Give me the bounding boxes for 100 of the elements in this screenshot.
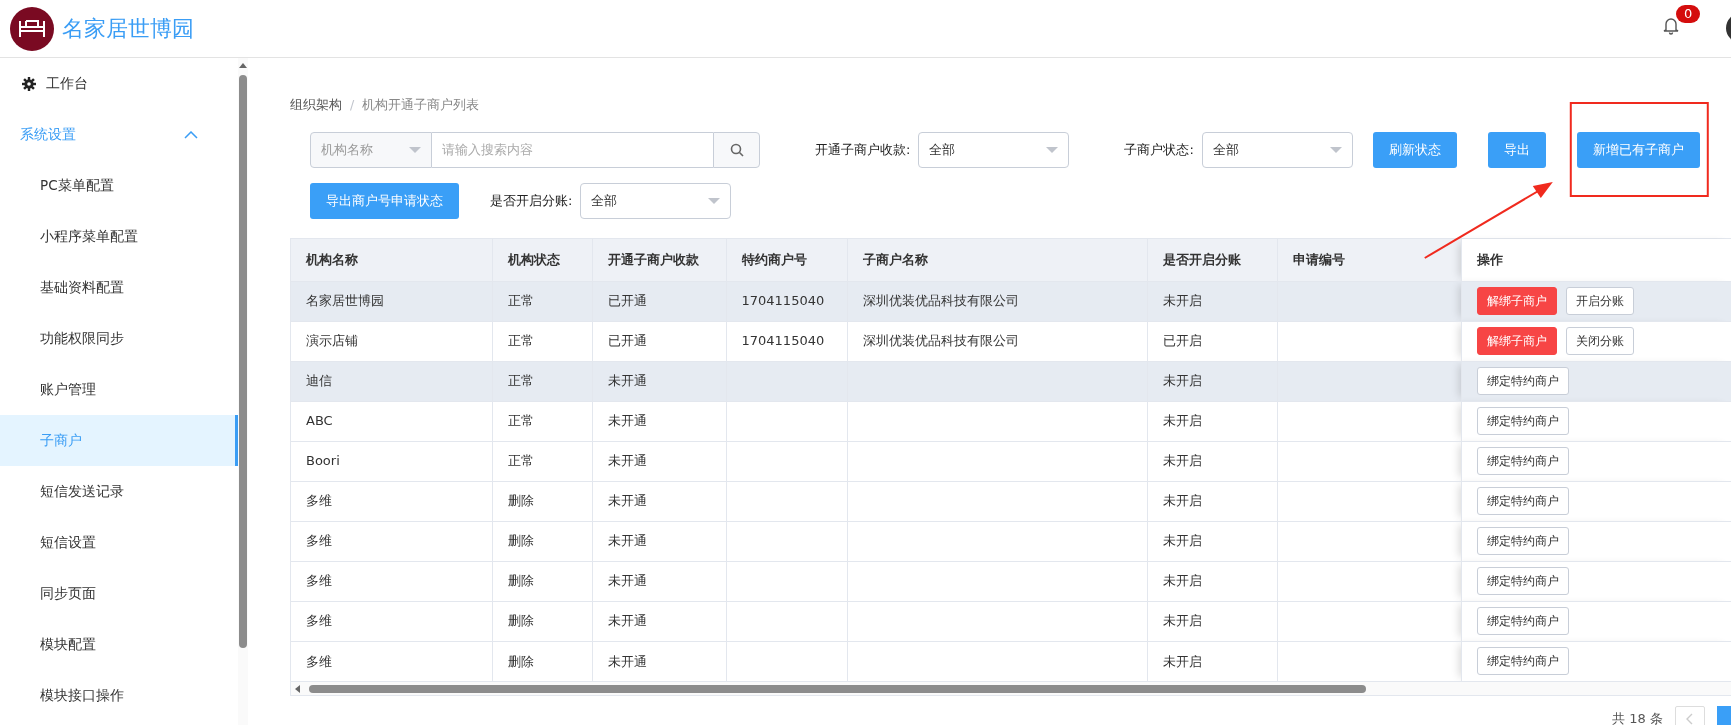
table-cell: 正常 [507,333,534,349]
column-header: 特约商户号 [726,239,847,281]
table-cell: 正常 [507,373,534,389]
sidebar-item[interactable]: 功能权限同步 [0,313,238,364]
filter-select[interactable]: 全部 [918,132,1070,168]
search-field[interactable]: 请输入搜索内容 [432,132,713,168]
table-cell: 删除 [507,493,534,509]
sidebar-scrollbar[interactable] [238,58,248,725]
notification-badge: 0 [1676,5,1701,23]
horizontal-scrollbar[interactable] [291,681,1731,695]
table-cell: 正常 [507,293,534,309]
column-header: 机构状态 [492,239,592,281]
filter-select[interactable]: 全部 [580,183,732,219]
sidebar-item[interactable]: 模块配置 [0,619,238,670]
sidebar-item[interactable]: PC菜单配置 [0,160,238,211]
caret-icon [1329,147,1342,153]
table-cell: 删除 [507,653,534,669]
caret-icon [1046,147,1059,153]
chevron-icon [1686,713,1694,725]
table-cell: 未开启 [1162,493,1202,509]
row-action-button[interactable]: 绑定特约商户 [1476,367,1569,395]
table-cell: 演示店铺 [306,333,358,349]
table-cell: 多维 [306,573,332,589]
sidebar-item[interactable]: 小程序菜单配置 [0,211,238,262]
search-icon [729,143,744,157]
column-header: 申请编号 [1277,239,1461,281]
column-header: 是否开启分账 [1147,239,1277,281]
gear-icon [22,76,36,91]
table-cell: 1704115040 [741,333,825,349]
table-cell: 未开启 [1162,533,1202,549]
row-action-button[interactable]: 绑定特约商户 [1476,527,1569,555]
table-cell: 未开启 [1162,293,1202,309]
table-cell: 未开通 [607,413,647,429]
table-cell: 未开启 [1162,653,1202,669]
row-action-button[interactable]: 绑定特约商户 [1476,567,1569,595]
table-cell: 未开启 [1162,413,1202,429]
table-cell: 删除 [507,533,534,549]
table-cell: 已开通 [607,293,647,309]
filter-select[interactable]: 全部 [1201,132,1353,168]
total-count: 共 18 条 [1612,710,1663,725]
table-cell: 未开启 [1162,613,1202,629]
filter-label: 子商户状态: [1124,141,1194,160]
table-cell: 多维 [306,613,332,629]
caret-icon [409,147,421,153]
unbind-button[interactable]: 解绑子商户 [1476,287,1557,315]
table-cell: 未开通 [607,373,647,389]
table-cell: 删除 [507,573,534,589]
sidebar-item[interactable]: 同步页面 [0,568,238,619]
table-cell: 名家居世博园 [306,293,384,309]
search-button[interactable] [713,132,760,168]
breadcrumb-separator: / [350,97,355,112]
table-cell: ABC [306,413,333,429]
table-cell: 未开启 [1162,373,1202,389]
sidebar-item[interactable]: 账户管理 [0,364,238,415]
table-cell: 深圳优装优品科技有限公司 [862,333,1019,349]
row-action-button[interactable]: 绑定特约商户 [1476,447,1569,475]
row-action-button[interactable]: 绑定特约商户 [1476,407,1569,435]
unbind-button[interactable]: 解绑子商户 [1476,327,1557,355]
table-cell: 正常 [507,453,534,469]
breadcrumb-current: 机构开通子商户列表 [362,97,480,112]
table-cell: 已开启 [1162,333,1202,349]
table-cell: 删除 [507,613,534,629]
table-cell: 多维 [306,653,332,669]
logo-icon [10,6,54,51]
column-header: 子商户名称 [847,239,1147,281]
table-cell: 深圳优装优品科技有限公司 [862,293,1019,309]
sidebar-item[interactable]: 短信发送记录 [0,466,238,517]
table-cell: 未开通 [607,613,647,629]
sidebar-item[interactable]: 基础资料配置 [0,262,238,313]
filter-label: 是否开启分账: [490,192,573,211]
app-title: 名家居世博园 [62,15,194,43]
row-action-button[interactable]: 绑定特约商户 [1476,647,1569,676]
table-cell: 1704115040 [741,293,825,309]
table-cell: 迪信 [306,373,332,389]
row-action-button[interactable]: 开启分账 [1565,287,1634,315]
column-header: 操作 [1461,239,1731,281]
sidebar-item[interactable]: 模块接口操作 [0,670,238,721]
filter-label: 开通子商户收款: [815,141,911,160]
table-cell: 未开通 [607,573,647,589]
row-action-button[interactable]: 绑定特约商户 [1476,487,1569,515]
column-header: 开通子商户收款 [592,239,726,281]
caret-icon [708,198,721,204]
column-header: 机构名称 [291,239,492,281]
table-cell: 未开通 [607,453,647,469]
table-cell: 未开启 [1162,453,1202,469]
table-cell: 未开通 [607,653,647,669]
table-cell: 未开启 [1162,573,1202,589]
row-action-button[interactable]: 绑定特约商户 [1476,607,1569,635]
table-cell: 多维 [306,533,332,549]
chevron-icon [184,130,198,139]
sidebar-item[interactable]: 短信设置 [0,517,238,568]
table-cell: 多维 [306,493,332,509]
table-cell: 正常 [507,413,534,429]
table-cell: 未开通 [607,493,647,509]
sidebar-item[interactable]: 工作台 [0,58,238,109]
breadcrumb-link[interactable]: 组织架构 [290,97,342,112]
row-action-button[interactable]: 关闭分账 [1565,327,1634,355]
table-cell: Boori [306,453,340,469]
table-cell: 已开通 [607,333,647,349]
table-cell: 未开通 [607,533,647,549]
